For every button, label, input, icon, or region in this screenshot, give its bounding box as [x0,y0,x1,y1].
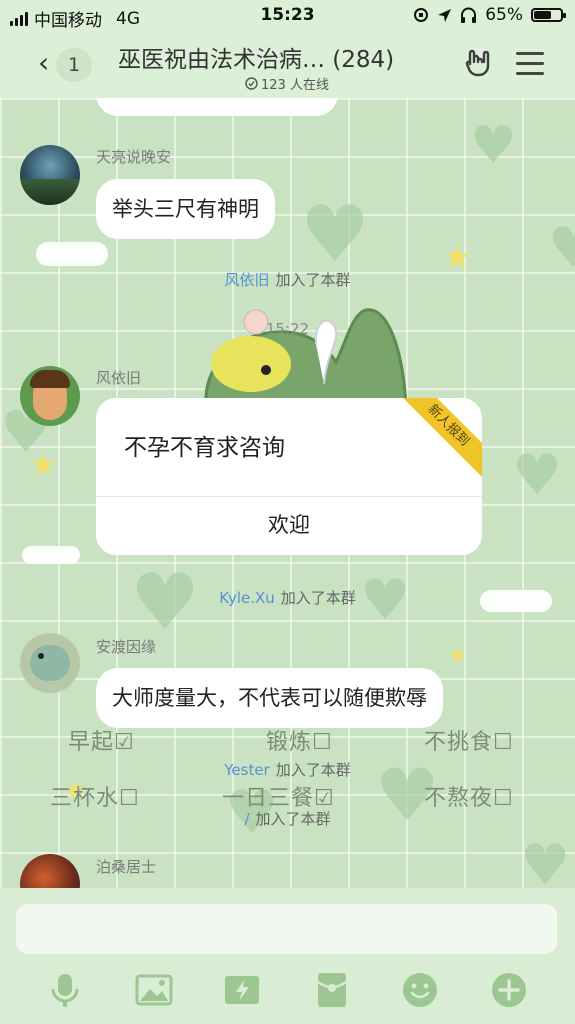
unread-count-badge[interactable]: 1 [56,48,92,82]
system-text: 加入了本群 [280,589,356,607]
rotation-lock-icon [414,8,429,22]
system-notice: Yester 加入了本群 [0,759,575,780]
system-user[interactable]: Yester [224,761,270,779]
checklist-label: 早起 [68,730,115,755]
message-bubble[interactable]: 举头三尺有神明 [96,179,275,239]
group-title: 巫医祝由法术治病… (284) [118,47,395,73]
system-text: 加入了本群 [275,761,351,779]
online-count-text: 123 人在线 [261,78,329,93]
headphones-icon [461,7,477,23]
microphone-icon[interactable] [45,970,85,1010]
message-input[interactable] [16,904,557,954]
system-text: 加入了本群 [275,271,351,289]
message-bubble[interactable] [96,98,338,116]
welcome-card[interactable]: 新人报到 不孕不育求咨询 欢迎 [96,398,482,555]
hand-gesture-icon[interactable] [462,46,496,80]
new-member-ribbon: 新人报到 [397,398,482,477]
checklist-label: 锻炼 [266,730,313,755]
checkbox-icon: ☑ [114,730,135,755]
star-decoration-icon: ★ [448,643,468,668]
cloud-decoration [36,242,108,266]
input-toolbar [0,970,575,1016]
checklist-item: 早起☑ [68,724,135,756]
checklist-item: 不挑食☐ [424,724,514,756]
chat-area[interactable]: ♥ ♥ ♥ ♥ ♥ ♥ ♥ ♥ ♥ ♥ ★ ★ ★ ★ 天亮说晚安 举头三尺有神… [0,98,575,888]
sender-name: 风依旧 [96,369,142,387]
checklist-label: 不挑食 [424,730,494,755]
avatar[interactable] [20,366,80,426]
sender-name: 泊桑居士 [96,858,157,876]
heart-decoration-icon: ♥ [512,443,563,508]
welcome-button[interactable]: 欢迎 [96,496,482,555]
sender-name: 安渡因缘 [96,638,157,656]
checkbox-icon: ☐ [493,730,514,755]
flash-icon[interactable] [222,970,262,1010]
system-user[interactable]: Kyle.Xu [219,589,275,607]
checklist-item: 锻炼☐ [266,724,333,756]
sender-name: 天亮说晚安 [96,148,172,166]
plus-icon[interactable] [489,970,529,1010]
avatar[interactable] [20,633,80,693]
dinosaur-sticker [204,308,408,404]
heart-decoration-icon: ♥ [470,116,517,176]
timestamp: 15:22 [265,320,310,338]
checkbox-icon: ☐ [312,730,333,755]
system-user[interactable]: 风依旧 [224,271,269,289]
heart-decoration-icon: ♥ [520,833,571,888]
status-bar: 中国移动 4G 15:23 65% [0,0,575,32]
system-notice: Kyle.Xu 加入了本群 [0,587,575,608]
system-user[interactable]: / [244,810,249,828]
system-notice: / 加入了本群 [0,808,575,829]
avatar[interactable] [20,854,80,888]
back-chevron-icon[interactable]: ‹ [38,47,49,79]
system-notice: 风依旧 加入了本群 [0,269,575,290]
message-bubble[interactable]: 大师度量大，不代表可以随便欺辱 [96,668,443,728]
input-area [0,888,575,1024]
battery-percent: 65% [485,5,523,25]
emoji-icon[interactable] [400,970,440,1010]
battery-icon [531,8,566,22]
star-decoration-icon: ★ [30,448,57,483]
system-text: 加入了本群 [255,810,331,828]
online-count: 123 人在线 [245,74,329,93]
avatar[interactable] [20,145,80,205]
nav-bar: ‹ 1 巫医祝由法术治病… (284) 123 人在线 [0,32,575,98]
image-icon[interactable] [134,970,174,1010]
check-circle-icon [245,77,258,90]
card-title: 不孕不育求咨询 [124,435,285,461]
location-icon [438,8,452,22]
cloud-decoration [22,546,80,564]
red-packet-icon[interactable] [312,970,352,1010]
menu-icon[interactable] [516,52,544,76]
heart-decoration-icon: ♥ [300,190,370,280]
